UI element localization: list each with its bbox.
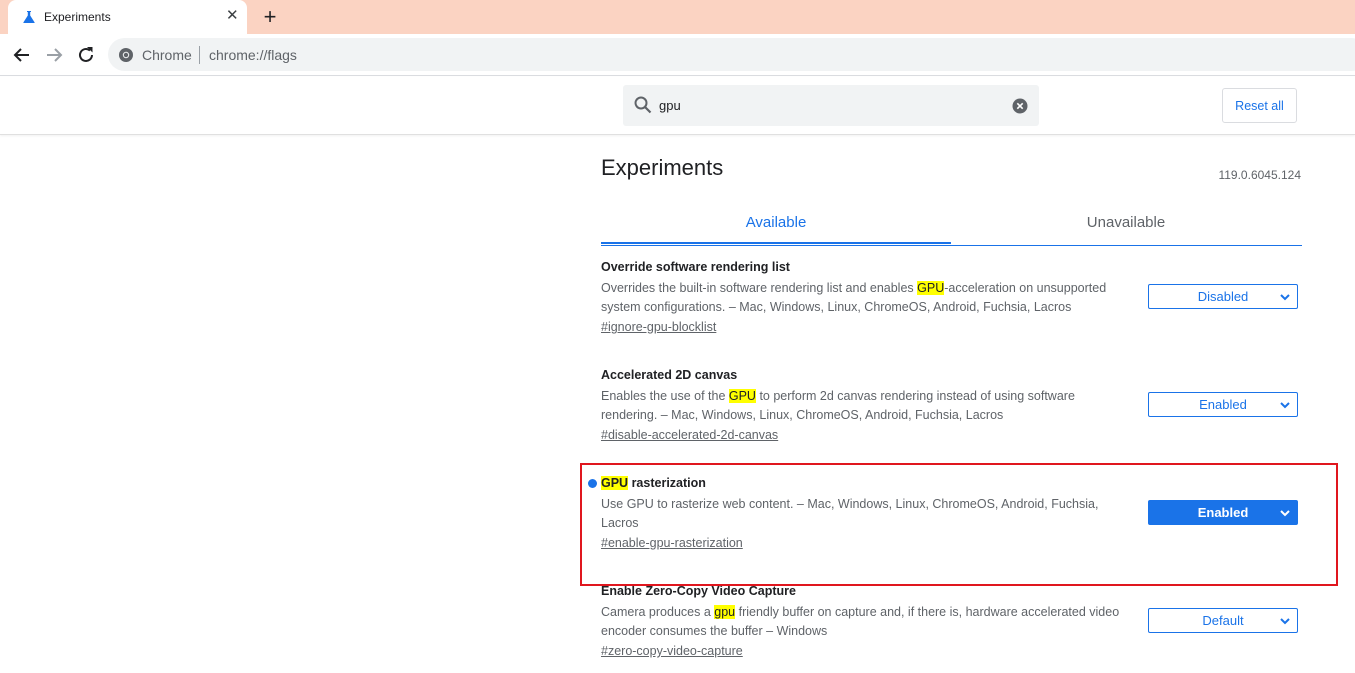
page-title: Experiments	[601, 155, 724, 180]
flask-icon	[23, 11, 35, 23]
select-value: Disabled	[1197, 289, 1249, 304]
tab-unavailable[interactable]: Unavailable	[951, 204, 1301, 244]
search-highlight: GPU	[601, 476, 629, 490]
tab-title: Experiments	[44, 10, 111, 24]
flag-anchor-link[interactable]: #ignore-gpu-blocklist	[601, 320, 716, 334]
chevron-down-icon	[1280, 618, 1290, 625]
chevron-down-icon	[1280, 294, 1290, 301]
search-box[interactable]	[623, 85, 1039, 126]
search-input[interactable]	[659, 93, 999, 117]
search-highlight: gpu	[714, 605, 736, 619]
close-tab-icon[interactable]: ✕	[226, 8, 239, 24]
flag-anchor-link[interactable]: #disable-accelerated-2d-canvas	[601, 428, 778, 442]
reset-all-button[interactable]: Reset all	[1222, 88, 1297, 123]
flag-item-modified: GPU rasterization Use GPU to rasterize w…	[588, 474, 1301, 552]
omnibox-chip: Chrome	[142, 47, 192, 63]
forward-arrow-icon[interactable]	[42, 43, 66, 67]
flag-description: Enables the use of the GPU to perform 2d…	[601, 389, 1075, 422]
flag-state-select[interactable]: Default	[1148, 608, 1298, 633]
tab-available[interactable]: Available	[601, 204, 951, 244]
flag-description: Use GPU to rasterize web content. – Mac,…	[601, 497, 1099, 530]
address-bar[interactable]: Chrome chrome://flags	[108, 38, 1355, 71]
chevron-down-icon	[1280, 510, 1290, 517]
select-value: Enabled	[1199, 397, 1247, 412]
select-value: Default	[1202, 613, 1244, 628]
flag-title: GPU rasterization	[601, 476, 706, 490]
flag-title: Accelerated 2D canvas	[601, 368, 738, 382]
modified-indicator-dot	[588, 479, 597, 488]
flag-anchor-link[interactable]: #zero-copy-video-capture	[601, 644, 743, 658]
clear-search-icon[interactable]	[1012, 98, 1028, 114]
availability-tabs: Available Unavailable	[601, 204, 1302, 246]
version-number: 119.0.6045.124	[1218, 168, 1301, 182]
search-icon	[634, 96, 652, 114]
flag-state-select[interactable]: Enabled	[1148, 500, 1298, 525]
chevron-down-icon	[1280, 402, 1290, 409]
browser-tab[interactable]: Experiments ✕	[8, 0, 247, 34]
new-tab-icon[interactable]: +	[259, 6, 281, 28]
back-arrow-icon[interactable]	[10, 43, 34, 67]
flag-item: Override software rendering list Overrid…	[601, 258, 1301, 336]
flag-title: Enable Zero-Copy Video Capture	[601, 584, 796, 598]
search-highlight: GPU	[917, 281, 945, 295]
tab-strip: Experiments ✕ +	[0, 0, 1355, 34]
flag-state-select[interactable]: Disabled	[1148, 284, 1298, 309]
flag-item: Accelerated 2D canvas Enables the use of…	[601, 366, 1301, 444]
flag-title: Override software rendering list	[601, 260, 790, 274]
search-highlight: GPU	[728, 389, 756, 403]
reload-icon[interactable]	[74, 43, 98, 67]
browser-toolbar: Chrome chrome://flags	[0, 34, 1355, 76]
select-value: Enabled	[1197, 505, 1249, 520]
flag-anchor-link[interactable]: #enable-gpu-rasterization	[601, 536, 743, 550]
chrome-logo-icon	[119, 48, 133, 62]
flags-header: Reset all	[0, 77, 1355, 135]
omnibox-divider	[199, 46, 200, 64]
flag-description: Camera produces a gpu friendly buffer on…	[601, 605, 1120, 638]
flag-description: Overrides the built-in software renderin…	[601, 281, 1107, 314]
url-text[interactable]: chrome://flags	[209, 47, 297, 63]
flag-state-select[interactable]: Enabled	[1148, 392, 1298, 417]
flag-item: Enable Zero-Copy Video Capture Camera pr…	[601, 582, 1301, 660]
